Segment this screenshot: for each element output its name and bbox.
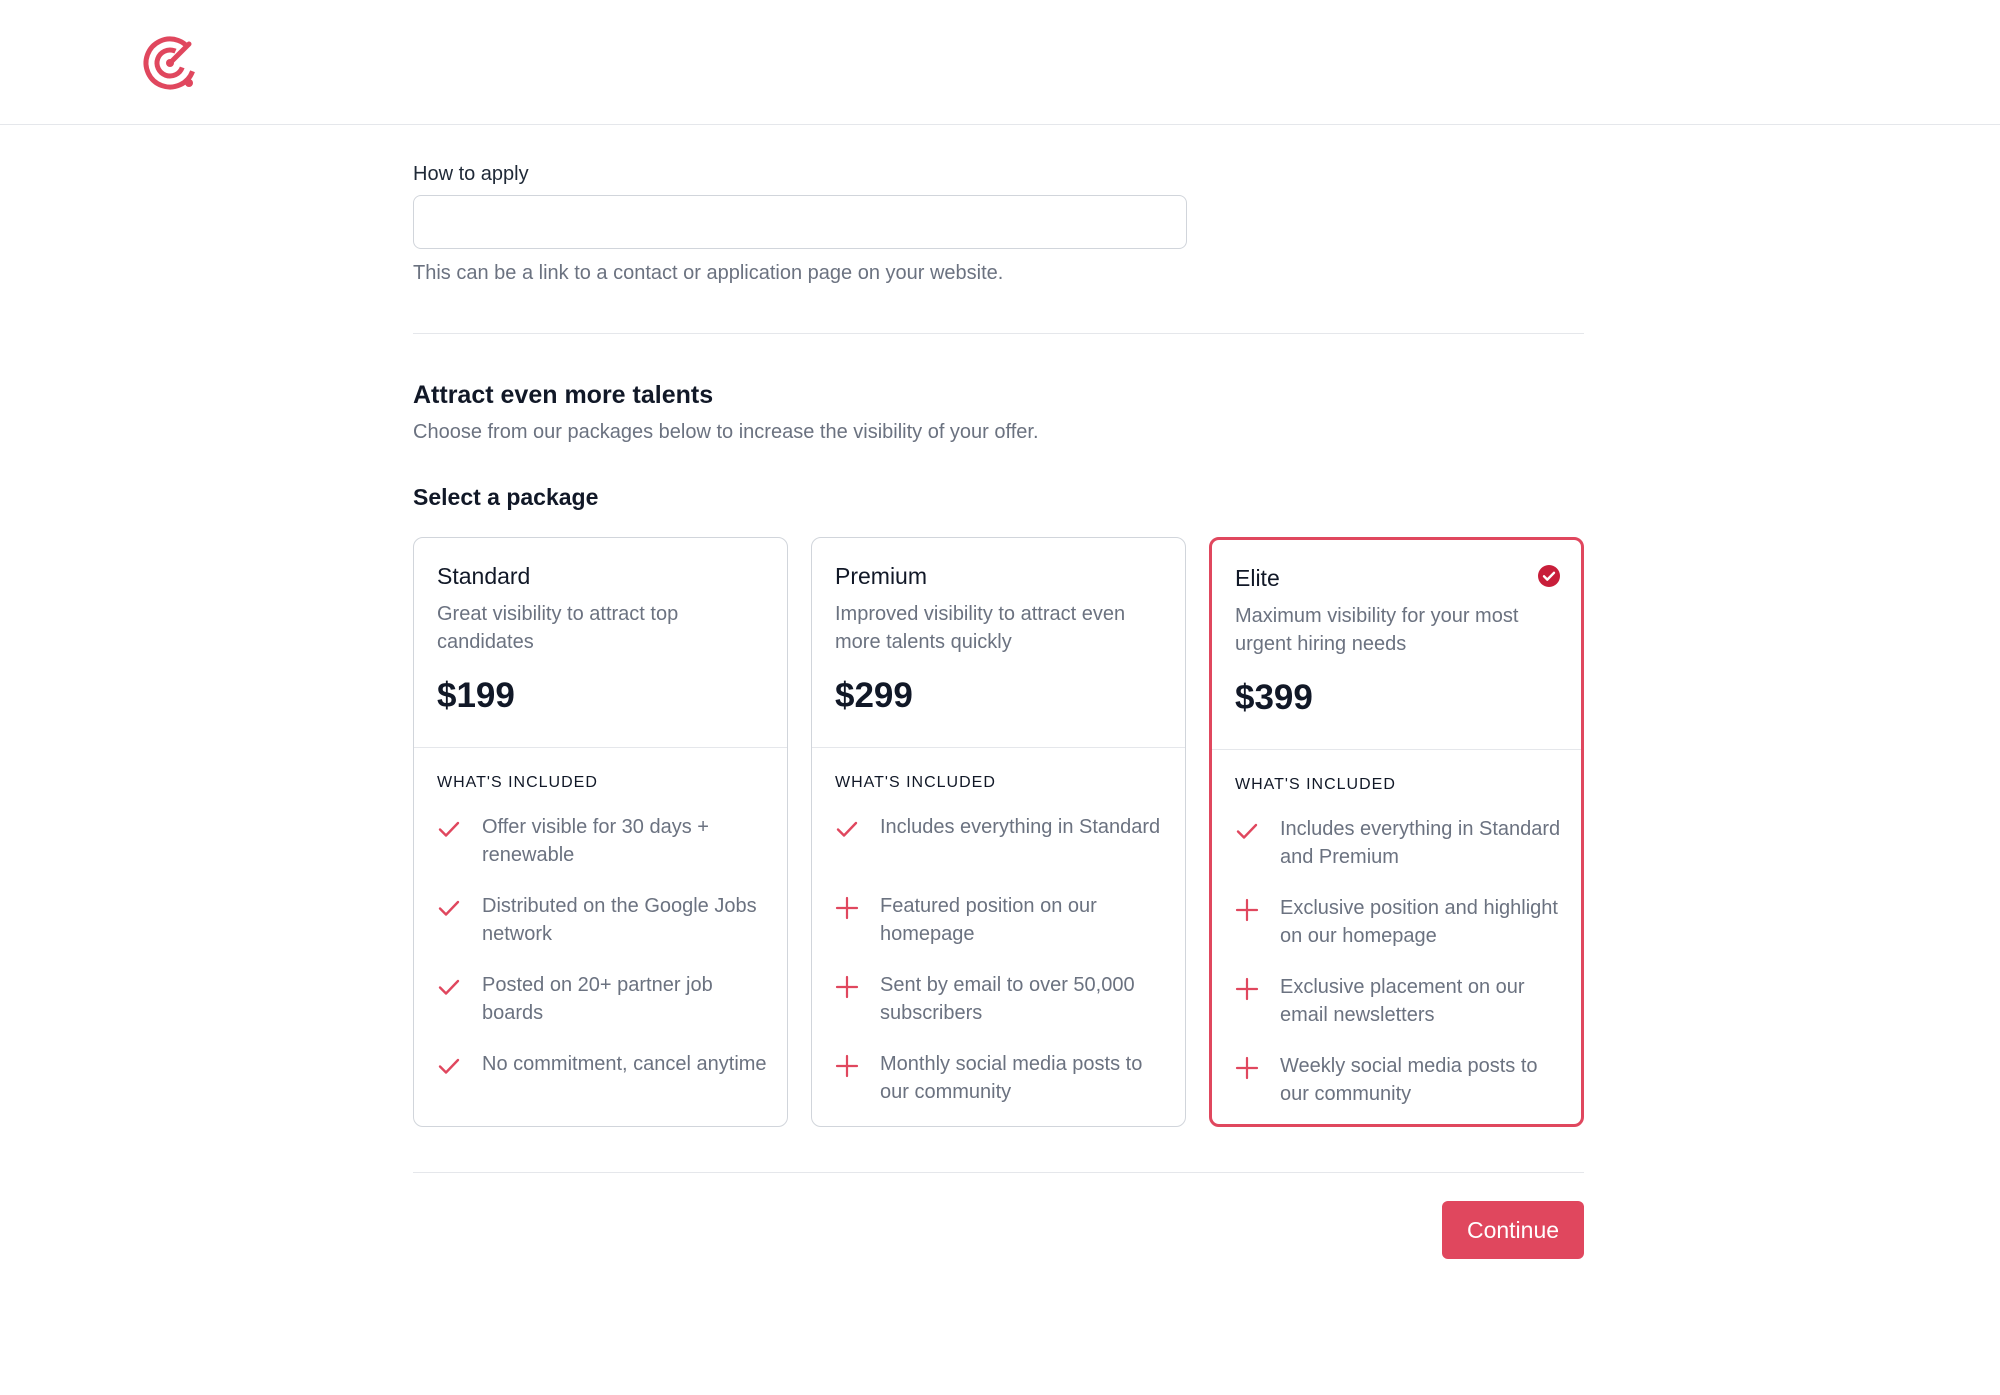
feature-text: No commitment, cancel anytime [482, 1053, 767, 1075]
package-name: Premium [835, 563, 928, 589]
selected-check-circle-icon [1538, 565, 1560, 587]
package-price: $299 [835, 676, 913, 715]
package-description: Improved visibility to attract even more… [835, 603, 1126, 653]
whats-included-label: WHAT'S INCLUDED [437, 774, 598, 791]
check-icon [438, 979, 460, 995]
plus-icon [1235, 898, 1259, 922]
feature-item: Weekly social media posts to our communi… [1235, 1052, 1570, 1112]
check-icon [438, 900, 460, 916]
package-description: Great visibility to attract top candidat… [437, 603, 679, 653]
package-description: Maximum visibility for your most urgent … [1235, 605, 1519, 655]
check-icon [438, 1058, 460, 1074]
check-icon [1236, 823, 1258, 839]
how-to-apply-help: This can be a link to a contact or appli… [413, 262, 1004, 284]
plus-icon [1235, 1056, 1259, 1080]
how-to-apply-input[interactable] [413, 195, 1187, 249]
feature-item: Posted on 20+ partner job boards [437, 971, 772, 1031]
feature-text: Includes everything in Standard [880, 816, 1161, 838]
package-card-elite[interactable]: Elite Maximum visibility for your most u… [1209, 537, 1584, 1127]
plus-icon [835, 896, 859, 920]
feature-text: Offer visible for 30 days + renewable [482, 816, 709, 866]
package-name: Elite [1235, 565, 1280, 591]
feature-item: Sent by email to over 50,000 subscribers [835, 971, 1170, 1031]
feature-item: Includes everything in Standard [835, 813, 1170, 873]
feature-item: Offer visible for 30 days + renewable [437, 813, 772, 873]
continue-button[interactable]: Continue [1442, 1201, 1584, 1259]
package-price: $199 [437, 676, 515, 715]
feature-item: Featured position on our homepage [835, 892, 1170, 952]
feature-text: Includes everything in Standard and Prem… [1280, 818, 1561, 868]
feature-item: Monthly social media posts to our commun… [835, 1050, 1170, 1110]
package-cards: Standard Great visibility to attract top… [413, 537, 1584, 1127]
plus-icon [835, 1054, 859, 1078]
top-bar [0, 0, 2000, 125]
package-card-premium[interactable]: Premium Improved visibility to attract e… [811, 537, 1186, 1127]
feature-text: Exclusive placement on our email newslet… [1280, 976, 1525, 1026]
package-card-standard[interactable]: Standard Great visibility to attract top… [413, 537, 788, 1127]
footer-divider [413, 1172, 1584, 1173]
package-name: Standard [437, 563, 531, 589]
feature-item: Exclusive position and highlight on our … [1235, 894, 1570, 954]
check-icon [836, 821, 858, 837]
whats-included-label: WHAT'S INCLUDED [835, 774, 996, 791]
feature-item: Distributed on the Google Jobs network [437, 892, 772, 952]
feature-text: Exclusive position and highlight on our … [1280, 897, 1558, 947]
feature-text: Featured position on our homepage [880, 895, 1097, 945]
feature-item: Exclusive placement on our email newslet… [1235, 973, 1570, 1033]
check-icon [438, 821, 460, 837]
feature-item: No commitment, cancel anytime [437, 1050, 772, 1110]
whats-included-label: WHAT'S INCLUDED [1235, 776, 1396, 793]
feature-item: Includes everything in Standard and Prem… [1235, 815, 1570, 875]
card-header: Standard Great visibility to attract top… [414, 538, 787, 748]
feature-text: Sent by email to over 50,000 subscribers [880, 974, 1135, 1024]
plus-icon [835, 975, 859, 999]
feature-text: Posted on 20+ partner job boards [482, 974, 713, 1024]
package-price: $399 [1235, 678, 1313, 717]
select-package-label: Select a package [413, 484, 599, 510]
section-title: Attract even more talents [413, 381, 714, 409]
section-divider [413, 333, 1584, 334]
section-subtitle: Choose from our packages below to increa… [413, 421, 1039, 443]
radar-target-logo-icon[interactable] [140, 33, 200, 93]
plus-icon [1235, 977, 1259, 1001]
feature-text: Weekly social media posts to our communi… [1280, 1055, 1538, 1105]
feature-text: Distributed on the Google Jobs network [482, 895, 757, 945]
card-header: Premium Improved visibility to attract e… [812, 538, 1185, 748]
feature-text: Monthly social media posts to our commun… [880, 1053, 1143, 1103]
card-header: Elite Maximum visibility for your most u… [1212, 540, 1581, 750]
how-to-apply-label: How to apply [413, 163, 529, 185]
